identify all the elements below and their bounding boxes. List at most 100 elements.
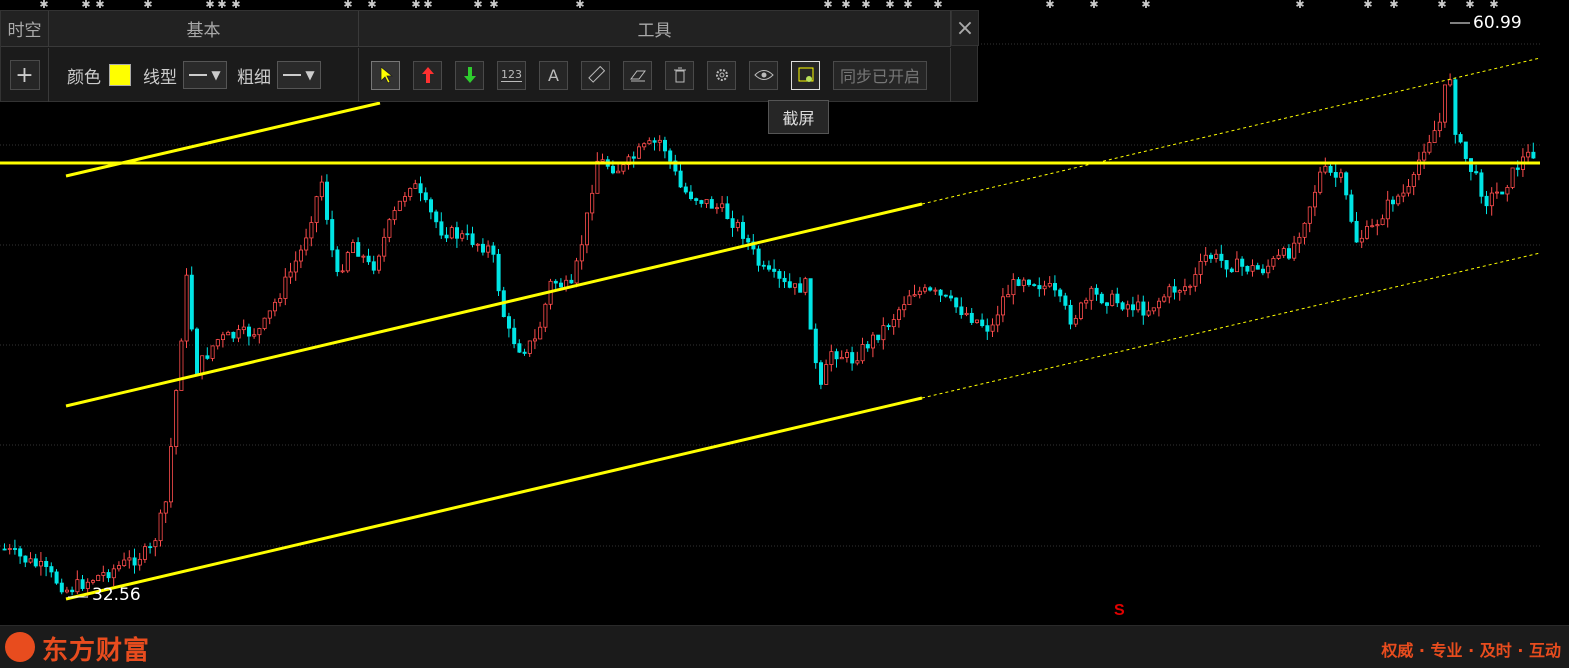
- candle-body: [1032, 284, 1037, 286]
- event-marker-icon[interactable]: ✱: [1141, 0, 1150, 11]
- candle-body: [694, 198, 699, 201]
- candle-body: [631, 156, 636, 159]
- candle-body: [1307, 206, 1312, 224]
- event-marker-icon[interactable]: ✱: [1465, 0, 1474, 11]
- linetype-select[interactable]: ▼: [183, 61, 227, 89]
- candle-body: [871, 334, 876, 349]
- candle-body: [335, 249, 340, 272]
- candle-body: [1297, 236, 1302, 244]
- event-marker-icon[interactable]: ✱: [1489, 0, 1498, 11]
- candle-body: [1474, 171, 1479, 174]
- candle-body: [28, 558, 33, 563]
- candle-body: [553, 280, 558, 284]
- candle-body: [278, 298, 283, 303]
- arrow-up-icon: [421, 67, 434, 83]
- candle-body: [616, 170, 621, 174]
- screenshot-tool-button[interactable]: [791, 60, 820, 90]
- candle-body: [829, 351, 834, 365]
- candle-body: [174, 390, 179, 447]
- screenshot-tooltip: 截屏: [768, 100, 829, 134]
- ruler-tool-button[interactable]: [581, 60, 610, 90]
- tab-tools[interactable]: 工具: [359, 11, 951, 47]
- candle-body: [506, 316, 511, 329]
- delete-tool-button[interactable]: [665, 60, 694, 90]
- candle-body: [1458, 134, 1463, 143]
- candle-body: [1203, 254, 1208, 262]
- candle-body: [782, 277, 787, 283]
- event-marker-icon[interactable]: ✱: [1045, 0, 1054, 11]
- candle-body: [975, 319, 980, 323]
- candle-body: [1396, 195, 1401, 205]
- channel-middle-line[interactable]: [65, 202, 923, 408]
- candle-body: [600, 159, 605, 162]
- candle-body: [1141, 301, 1146, 316]
- candle-body: [855, 360, 860, 364]
- candle-body: [205, 355, 210, 359]
- candle-body: [1131, 304, 1136, 311]
- candle-body: [1411, 174, 1416, 187]
- candle-body: [876, 334, 881, 341]
- candle-body: [1479, 172, 1484, 197]
- candle-body: [943, 294, 948, 297]
- candle-body: [1281, 248, 1286, 256]
- candle-body: [980, 319, 985, 327]
- event-marker-icon[interactable]: ✱: [1389, 0, 1398, 11]
- settings-tool-button[interactable]: [707, 60, 736, 90]
- candle-body: [1177, 290, 1182, 293]
- candle-body: [319, 181, 324, 198]
- candle-body: [304, 237, 309, 251]
- close-toolbar-button[interactable]: ×: [951, 10, 979, 46]
- candle-body: [1453, 79, 1458, 135]
- visibility-tool-button[interactable]: [749, 60, 778, 90]
- candle-body: [293, 260, 298, 273]
- candle-body: [1110, 293, 1115, 306]
- candle-body: [1292, 242, 1297, 259]
- thickness-select[interactable]: ▼: [277, 61, 321, 89]
- candle-body: [1079, 302, 1084, 319]
- add-button[interactable]: +: [9, 60, 40, 90]
- candle-body: [1380, 218, 1385, 226]
- channel-upper-line[interactable]: [65, 101, 381, 178]
- candle-body: [1261, 268, 1266, 274]
- candle-body: [735, 222, 740, 228]
- eraser-tool-button[interactable]: [623, 60, 652, 90]
- candle-body: [350, 242, 355, 254]
- event-marker-icon[interactable]: ✱: [1363, 0, 1372, 11]
- tab-spacetime[interactable]: 时空: [1, 11, 49, 47]
- candle-body: [1323, 165, 1328, 173]
- channel-upper-extension: [921, 57, 1541, 205]
- candle-body: [1505, 187, 1510, 195]
- screenshot-icon: [798, 67, 813, 82]
- buy-arrow-button[interactable]: [413, 60, 442, 90]
- drawing-layer[interactable]: [0, 57, 1541, 601]
- candle-body: [964, 312, 969, 316]
- eye-icon: [753, 70, 774, 80]
- candle-body: [834, 351, 839, 360]
- text-tool-button[interactable]: A: [539, 60, 568, 90]
- candle-body: [465, 233, 470, 236]
- candle-body: [1224, 260, 1229, 270]
- tab-basic[interactable]: 基本: [49, 11, 359, 47]
- event-marker-icon[interactable]: ✱: [1437, 0, 1446, 11]
- color-swatch[interactable]: [109, 64, 131, 86]
- candle-body: [954, 297, 959, 308]
- candle-body: [517, 343, 522, 353]
- number-label-button[interactable]: 123: [497, 60, 526, 90]
- channel-lower-line[interactable]: [65, 396, 923, 601]
- candle-body: [85, 581, 90, 589]
- candle-body: [340, 270, 345, 273]
- candle-body: [70, 589, 75, 593]
- candle-body: [91, 580, 96, 583]
- cursor-tool-button[interactable]: [371, 60, 400, 90]
- sync-button[interactable]: 同步已开启: [833, 60, 928, 90]
- candle-body: [1016, 279, 1021, 286]
- sell-arrow-button[interactable]: [455, 60, 484, 90]
- candle-body: [1047, 283, 1052, 287]
- candle-body: [839, 357, 844, 360]
- candle-body: [767, 265, 772, 270]
- candle-body: [1448, 79, 1453, 86]
- event-marker-icon[interactable]: ✱: [1295, 0, 1304, 11]
- event-marker-icon[interactable]: ✱: [1089, 0, 1098, 11]
- candle-body: [2, 548, 7, 551]
- candle-body: [44, 561, 49, 567]
